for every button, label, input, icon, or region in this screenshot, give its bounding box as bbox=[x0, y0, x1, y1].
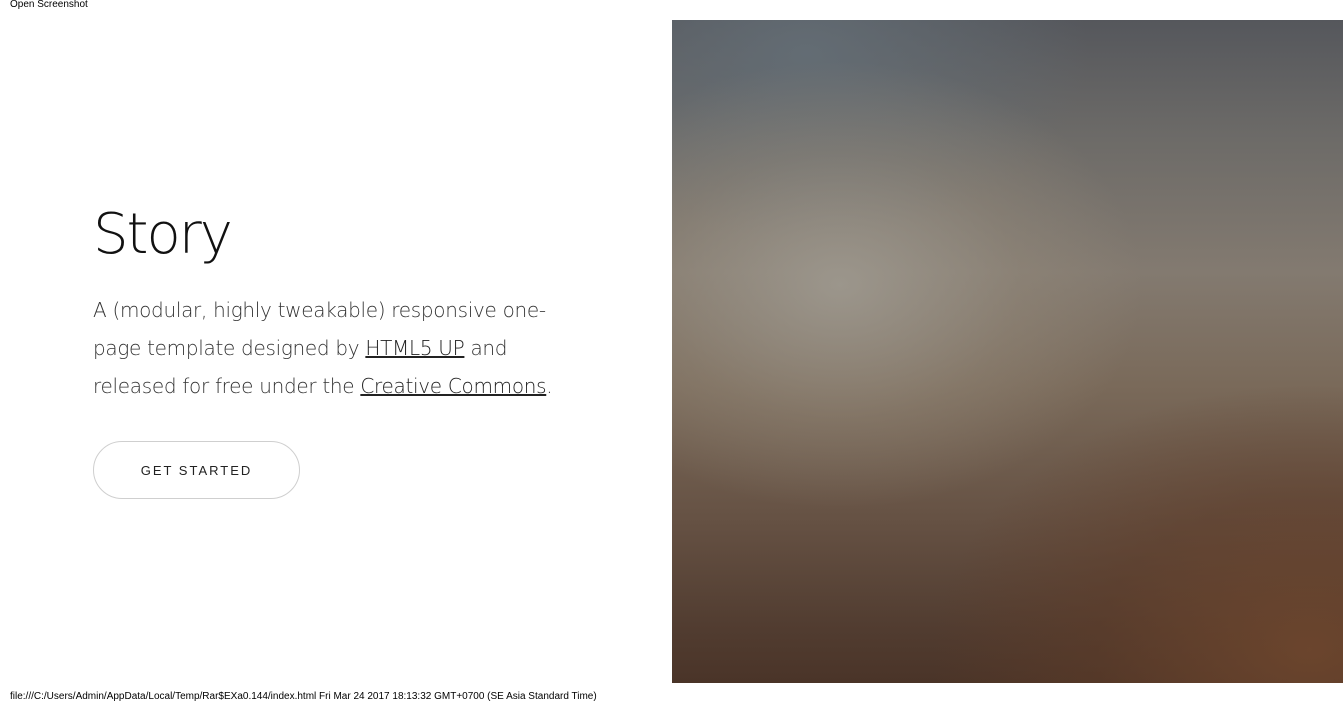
hero-image bbox=[672, 20, 1343, 683]
creative-commons-link[interactable]: Creative Commons bbox=[360, 374, 546, 398]
hero-desc-text-3: . bbox=[546, 374, 553, 398]
hero-content: Story A (modular, highly tweakable) resp… bbox=[93, 195, 593, 405]
hero-description: A (modular, highly tweakable) responsive… bbox=[93, 291, 593, 405]
open-screenshot-label[interactable]: Open Screenshot bbox=[10, 0, 88, 11]
get-started-button[interactable]: GET STARTED bbox=[93, 441, 300, 499]
hero-title: Story bbox=[93, 202, 233, 267]
html5up-link[interactable]: HTML5 UP bbox=[365, 336, 464, 360]
page-status-line: file:///C:/Users/Admin/AppData/Local/Tem… bbox=[10, 691, 597, 702]
